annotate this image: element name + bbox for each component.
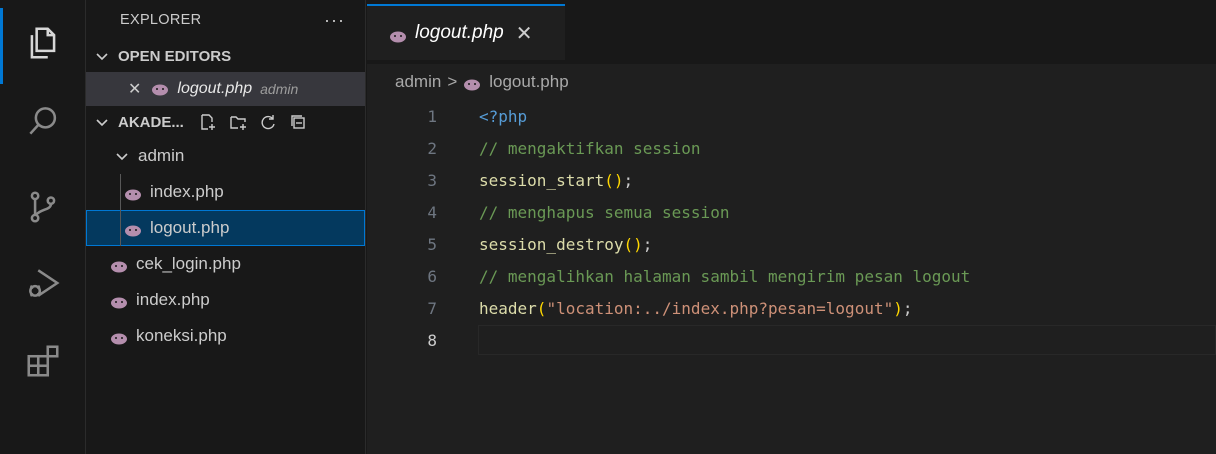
open-editor-item[interactable]: ✕ logout.php admin <box>86 72 365 106</box>
explorer-header: EXPLORER ··· <box>86 0 365 40</box>
file-label: logout.php <box>150 218 230 237</box>
file-label: index.php <box>150 182 224 201</box>
current-line-highlight <box>478 325 1216 355</box>
new-file-icon[interactable] <box>198 112 218 132</box>
file-koneksi[interactable]: koneksi.php <box>86 318 365 354</box>
php-file-icon <box>124 186 142 201</box>
code-token: ) <box>893 298 903 318</box>
line-text: <?php <box>479 107 527 126</box>
code-line[interactable]: 8 <box>367 324 1216 356</box>
open-editor-filename: logout.php <box>177 80 253 97</box>
breadcrumb-folder[interactable]: admin <box>395 72 441 92</box>
code-token: ; <box>623 170 634 190</box>
code-line[interactable]: 5 session_destroy(); <box>367 228 1216 260</box>
chevron-down-icon <box>114 148 130 164</box>
open-editor-dir: admin <box>260 81 299 97</box>
workspace-section[interactable]: AKADE... <box>86 106 365 138</box>
code-line[interactable]: 7 header("location:../index.php?pesan=log… <box>367 292 1216 324</box>
line-number: 6 <box>427 266 437 286</box>
source-control-icon[interactable] <box>18 182 68 232</box>
extensions-icon[interactable] <box>18 336 68 386</box>
chevron-down-icon <box>94 48 110 64</box>
line-text: session_start(); <box>479 171 633 190</box>
php-file-icon <box>389 27 407 43</box>
code-token: // menghapus semua session <box>479 202 730 222</box>
explorer-title: EXPLORER <box>120 12 202 28</box>
line-text: // mengaktifkan session <box>479 139 701 158</box>
explorer-sidebar: EXPLORER ··· OPEN EDITORS ✕ logout.php a… <box>86 0 366 454</box>
file-cek-login[interactable]: cek_login.php <box>86 246 365 282</box>
code-line[interactable]: 4 // menghapus semua session <box>367 196 1216 228</box>
code-token: header <box>479 298 537 318</box>
line-number: 4 <box>427 202 437 222</box>
file-admin-index[interactable]: index.php <box>86 174 365 210</box>
line-text: header("location:../index.php?pesan=logo… <box>479 299 913 318</box>
tab-label: logout.php <box>415 22 504 43</box>
code-token: <?php <box>479 106 528 126</box>
code-token: // mengaktifkan session <box>479 138 701 158</box>
code-line[interactable]: 2 // mengaktifkan session <box>367 132 1216 164</box>
file-label: cek_login.php <box>136 254 241 273</box>
code-token: session_start <box>479 170 605 190</box>
php-file-icon <box>110 330 128 345</box>
close-tab-icon[interactable]: ✕ <box>516 21 533 46</box>
chevron-down-icon <box>94 114 110 130</box>
php-file-icon <box>151 83 169 96</box>
code-line[interactable]: 6 // mengalihkan halaman sambil mengirim … <box>367 260 1216 292</box>
code-token: ( <box>536 298 547 318</box>
php-file-icon <box>110 258 128 273</box>
new-folder-icon[interactable] <box>228 112 248 132</box>
code-line[interactable]: 3 session_start(); <box>367 164 1216 196</box>
code-editor[interactable]: 1 <?php 2 // mengaktifkan session 3 session_s… <box>367 100 1216 356</box>
breadcrumb: admin > logout.php <box>367 64 1216 100</box>
folder-admin[interactable]: admin <box>86 138 365 174</box>
code-token: ; <box>902 298 913 318</box>
code-line[interactable]: 1 <?php <box>367 100 1216 132</box>
open-editors-section[interactable]: OPEN EDITORS <box>86 40 365 72</box>
search-icon[interactable] <box>18 96 68 146</box>
line-text: // menghapus semua session <box>479 203 729 222</box>
line-text: // mengalihkan halaman sambil mengirim p… <box>479 267 970 286</box>
line-number: 3 <box>427 170 437 190</box>
folder-label: admin <box>138 146 185 165</box>
active-indicator <box>0 8 3 84</box>
explorer-icon[interactable] <box>18 18 68 68</box>
code-token: () <box>604 170 624 190</box>
php-file-icon <box>124 222 142 237</box>
php-file-icon <box>110 294 128 309</box>
code-token: session_destroy <box>479 234 624 254</box>
activity-bar <box>0 0 86 454</box>
code-token: "location:../index.php?pesan=logout" <box>546 298 894 318</box>
code-token: ; <box>642 234 653 254</box>
refresh-icon[interactable] <box>258 112 278 132</box>
php-file-icon <box>463 76 481 91</box>
line-number: 2 <box>427 138 437 158</box>
line-number: 7 <box>427 298 437 318</box>
line-number: 5 <box>427 234 437 254</box>
file-index[interactable]: index.php <box>86 282 365 318</box>
file-label: koneksi.php <box>136 326 227 345</box>
collapse-all-icon[interactable] <box>288 112 308 132</box>
line-number: 1 <box>427 106 437 126</box>
line-number: 8 <box>427 330 437 350</box>
more-actions-button[interactable]: ··· <box>324 10 345 31</box>
code-token: // mengalihkan halaman sambil mengirim p… <box>479 266 971 286</box>
file-admin-logout[interactable]: logout.php <box>86 210 365 246</box>
workspace-label: AKADE... <box>118 113 184 131</box>
close-editor-icon[interactable]: ✕ <box>128 79 141 99</box>
breadcrumb-separator: > <box>447 72 458 91</box>
code-token: () <box>623 234 643 254</box>
breadcrumb-file[interactable]: logout.php <box>489 72 568 92</box>
open-editors-label: OPEN EDITORS <box>118 47 232 65</box>
tab-logout-php[interactable]: logout.php ✕ <box>367 4 565 60</box>
editor-area: logout.php ✕ admin > logout.php 1 <?php 2 /… <box>367 0 1216 454</box>
tab-strip: logout.php ✕ <box>367 0 1216 64</box>
run-debug-icon[interactable] <box>18 258 68 308</box>
file-label: index.php <box>136 290 210 309</box>
line-text: session_destroy(); <box>479 235 652 254</box>
